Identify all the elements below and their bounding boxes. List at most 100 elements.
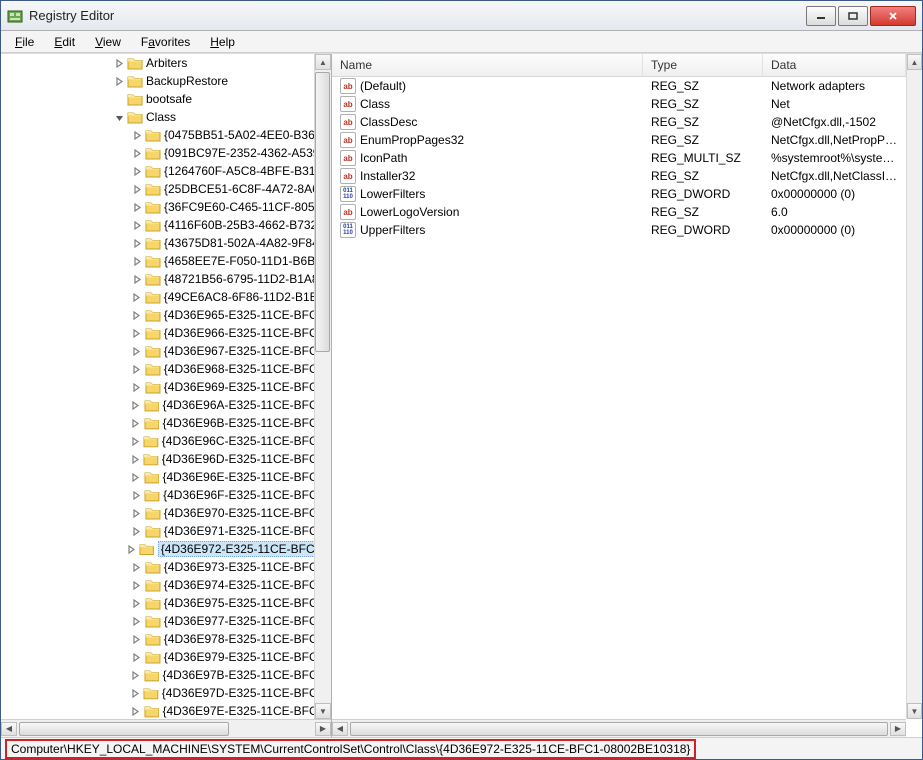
expander-icon[interactable] [129,435,141,447]
tree-item[interactable]: {4D36E973-E325-11CE-BFC1-0 [1,558,331,576]
tree-item[interactable]: {4D36E972-E325-11CE-BFC1-0 [1,540,331,558]
scroll-left-arrow[interactable]: ◀ [332,722,348,736]
tree-item[interactable]: {4658EE7E-F050-11D1-B6BD-0 [1,252,331,270]
tree-item[interactable]: {43675D81-502A-4A82-9F84-E [1,234,331,252]
tree-item[interactable]: bootsafe [1,90,331,108]
expander-icon[interactable] [131,615,143,627]
tree-item[interactable]: {4D36E979-E325-11CE-BFC1-0 [1,648,331,666]
expander-icon[interactable] [131,255,143,267]
expander-icon[interactable] [131,237,143,249]
expander-icon[interactable] [131,633,143,645]
expander-icon[interactable] [131,129,143,141]
tree-item[interactable]: {4D36E96F-E325-11CE-BFC1-0 [1,486,331,504]
expander-icon[interactable] [131,345,143,357]
maximize-button[interactable] [838,6,868,26]
expander-icon[interactable] [129,687,141,699]
tree-item[interactable]: {4D36E971-E325-11CE-BFC1-0 [1,522,331,540]
menu-view[interactable]: View [85,33,131,51]
tree-item[interactable]: {36FC9E60-C465-11CF-8056-4 [1,198,331,216]
scroll-thumb-h[interactable] [350,722,888,736]
scroll-up-arrow[interactable]: ▲ [315,54,331,70]
tree-item[interactable]: {1264760F-A5C8-4BFE-B314-D [1,162,331,180]
value-row[interactable]: ab IconPath REG_MULTI_SZ %systemroot%\sy… [332,149,906,167]
list-vertical-scrollbar[interactable]: ▲ ▼ [906,54,922,719]
expander-icon[interactable] [131,201,143,213]
value-row[interactable]: ab ClassDesc REG_SZ @NetCfgx.dll,-1502 [332,113,906,131]
tree-item[interactable]: BackupRestore [1,72,331,90]
expander-icon[interactable] [131,309,143,321]
tree-item[interactable]: {4D36E96D-E325-11CE-BFC1-0 [1,450,331,468]
expander-icon[interactable] [113,93,125,105]
menu-file[interactable]: File [5,33,44,51]
scroll-right-arrow[interactable]: ▶ [315,722,331,736]
value-row[interactable]: 011110 LowerFilters REG_DWORD 0x00000000… [332,185,906,203]
expander-icon[interactable] [113,75,125,87]
titlebar[interactable]: Registry Editor [1,1,922,31]
expander-icon[interactable] [131,579,143,591]
expander-icon[interactable] [126,543,138,555]
tree-item[interactable]: {4D36E975-E325-11CE-BFC1-0 [1,594,331,612]
col-header-name[interactable]: Name [332,54,643,76]
expander-icon[interactable] [130,489,142,501]
expander-icon[interactable] [113,111,125,123]
expander-icon[interactable] [131,507,143,519]
tree-item[interactable]: Arbiters [1,54,331,72]
expander-icon[interactable] [130,705,142,717]
expander-icon[interactable] [131,597,143,609]
tree-pane[interactable]: Arbiters BackupRestore bootsafe Class {0… [1,54,332,737]
tree-item[interactable]: {4D36E97E-E325-11CE-BFC1-0 [1,702,331,719]
value-row[interactable]: ab Class REG_SZ Net [332,95,906,113]
expander-icon[interactable] [131,291,143,303]
tree-item[interactable]: {0475BB51-5A02-4EE0-B36C-2 [1,126,331,144]
scroll-down-arrow[interactable]: ▼ [907,703,922,719]
tree-item[interactable]: {4D36E966-E325-11CE-BFC1-0 [1,324,331,342]
expander-icon[interactable] [131,381,143,393]
value-row[interactable]: ab Installer32 REG_SZ NetCfgx.dll,NetCla… [332,167,906,185]
scroll-thumb-h[interactable] [19,722,229,736]
expander-icon[interactable] [129,453,141,465]
tree-item[interactable]: {4D36E97B-E325-11CE-BFC1-0 [1,666,331,684]
tree-vertical-scrollbar[interactable]: ▲ ▼ [314,54,331,719]
col-header-data[interactable]: Data [763,54,906,76]
list-pane[interactable]: Name Type Data ab (Default) REG_SZ Netwo… [332,54,922,737]
expander-icon[interactable] [131,525,143,537]
tree-item[interactable]: {4D36E965-E325-11CE-BFC1-0 [1,306,331,324]
expander-icon[interactable] [131,363,143,375]
list-horizontal-scrollbar[interactable]: ◀ ▶ [332,719,906,737]
value-row[interactable]: ab EnumPropPages32 REG_SZ NetCfgx.dll,Ne… [332,131,906,149]
tree-item[interactable]: {4D36E970-E325-11CE-BFC1-0 [1,504,331,522]
expander-icon[interactable] [131,165,143,177]
expander-icon[interactable] [131,147,143,159]
tree-item[interactable]: {4D36E96A-E325-11CE-BFC1-0 [1,396,331,414]
expander-icon[interactable] [131,651,143,663]
tree-item[interactable]: {4D36E96C-E325-11CE-BFC1-0 [1,432,331,450]
col-header-type[interactable]: Type [643,54,763,76]
menu-favorites[interactable]: Favorites [131,33,200,51]
value-row[interactable]: ab LowerLogoVersion REG_SZ 6.0 [332,203,906,221]
expander-icon[interactable] [131,219,143,231]
list-body[interactable]: ab (Default) REG_SZ Network adapters ab … [332,77,906,719]
tree-item[interactable]: {4D36E977-E325-11CE-BFC1-0 [1,612,331,630]
tree-item[interactable]: {4D36E96B-E325-11CE-BFC1-0 [1,414,331,432]
expander-icon[interactable] [130,669,142,681]
expander-icon[interactable] [113,57,125,69]
value-row[interactable]: ab (Default) REG_SZ Network adapters [332,77,906,95]
tree-item[interactable]: {4D36E978-E325-11CE-BFC1-0 [1,630,331,648]
expander-icon[interactable] [131,561,143,573]
tree-horizontal-scrollbar[interactable]: ◀ ▶ [1,719,331,737]
tree-item[interactable]: Class [1,108,331,126]
list-header[interactable]: Name Type Data [332,54,906,77]
tree-item[interactable]: {4D36E969-E325-11CE-BFC1-0 [1,378,331,396]
tree-item[interactable]: {49CE6AC8-6F86-11D2-B1E5-0 [1,288,331,306]
tree-item[interactable]: {4D36E97D-E325-11CE-BFC1-0 [1,684,331,702]
tree-item[interactable]: {48721B56-6795-11D2-B1A8-0 [1,270,331,288]
expander-icon[interactable] [131,273,143,285]
tree-item[interactable]: {4116F60B-25B3-4662-B732-99 [1,216,331,234]
menu-edit[interactable]: Edit [44,33,85,51]
expander-icon[interactable] [130,399,142,411]
scroll-right-arrow[interactable]: ▶ [890,722,906,736]
minimize-button[interactable] [806,6,836,26]
scroll-up-arrow[interactable]: ▲ [907,54,922,70]
expander-icon[interactable] [131,183,143,195]
menu-help[interactable]: Help [200,33,245,51]
